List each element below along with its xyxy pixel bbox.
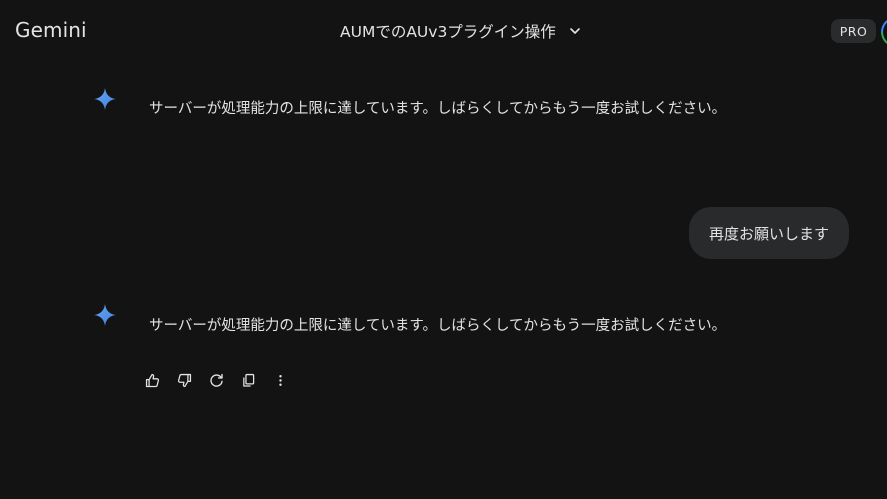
model-response-text: サーバーが処理能力の上限に達しています。しばらくしてからもう一度お試しください。 (149, 101, 727, 117)
avatar[interactable] (881, 17, 887, 47)
user-message-bubble: 再度お願いします (689, 207, 849, 259)
gemini-app: Gemini AUMでのAUv3プラグイン操作 PRO サーバーが処理能力の上限… (0, 0, 887, 499)
conversation-title-button[interactable]: AUMでのAUv3プラグイン操作 (340, 19, 582, 43)
chevron-down-icon (568, 24, 582, 38)
regenerate-icon (209, 373, 223, 387)
copy-button[interactable] (232, 364, 264, 396)
response-action-bar (136, 364, 296, 396)
regenerate-button[interactable] (200, 364, 232, 396)
more-options-button[interactable] (264, 364, 296, 396)
app-logo[interactable]: Gemini (15, 18, 87, 42)
model-response-text: サーバーが処理能力の上限に達しています。しばらくしてからもう一度お試しください。 (149, 318, 727, 334)
thumbs-up-icon (145, 373, 159, 387)
thumbs-up-button[interactable] (136, 364, 168, 396)
pro-badge[interactable]: PRO (831, 19, 876, 43)
thumbs-down-button[interactable] (168, 364, 200, 396)
copy-icon (242, 373, 254, 387)
thumbs-down-icon (177, 373, 191, 387)
gemini-sparkle-icon (93, 87, 117, 111)
conversation-title: AUMでのAUv3プラグイン操作 (340, 23, 556, 41)
more-vert-icon (278, 374, 282, 386)
gemini-sparkle-icon (93, 303, 117, 327)
